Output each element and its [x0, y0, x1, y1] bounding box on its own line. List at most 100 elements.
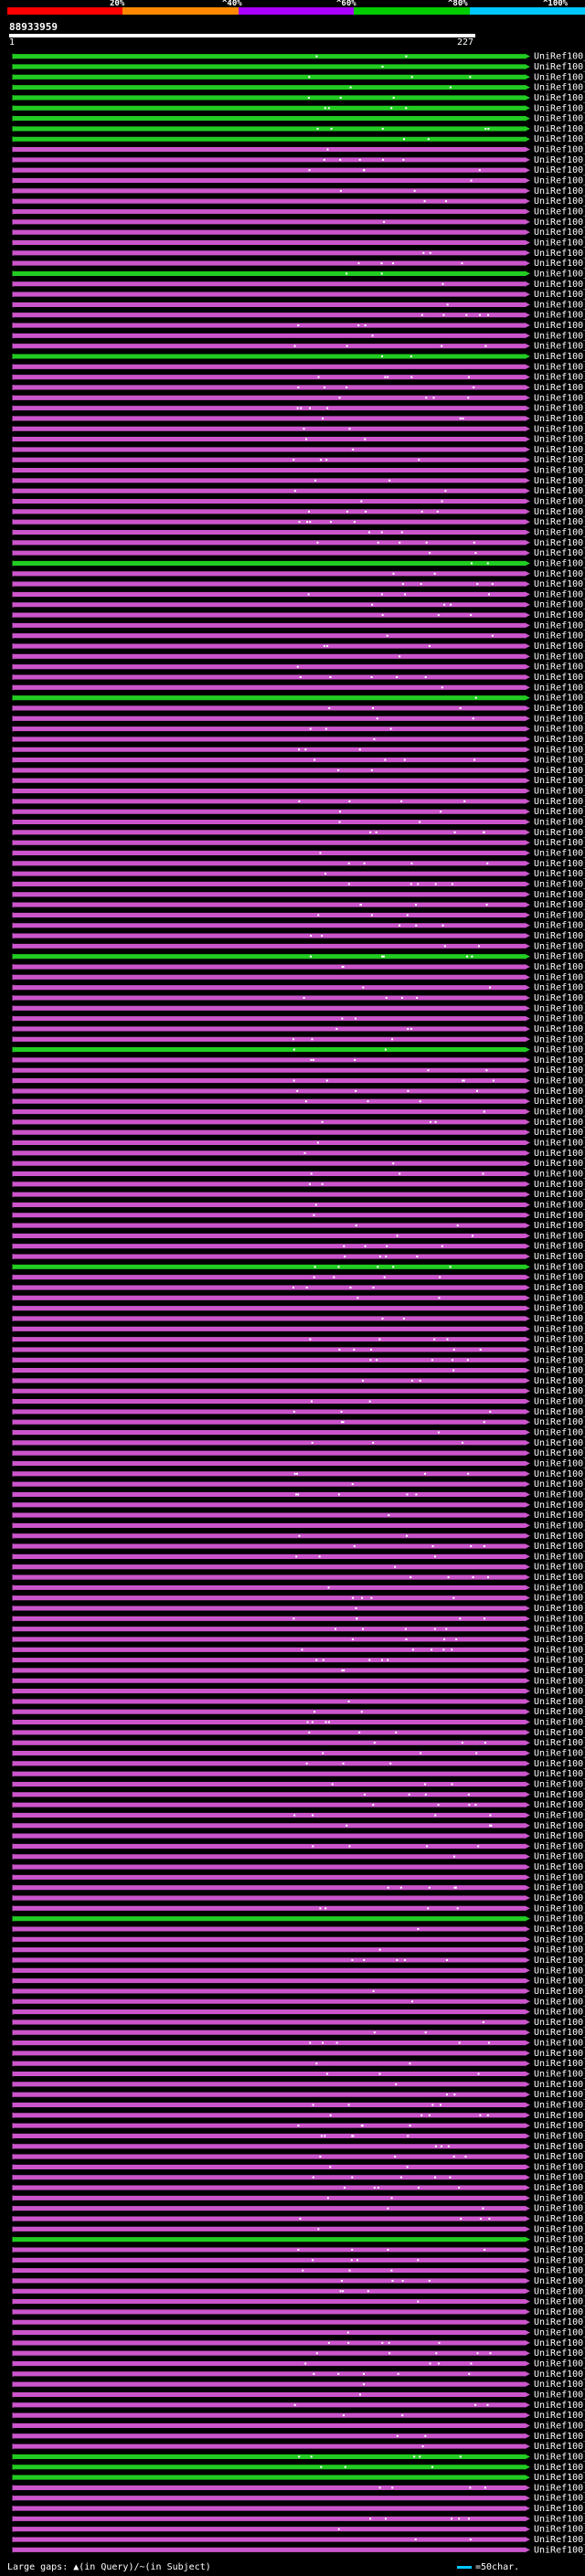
hit-row[interactable]: UniRef100_B9REM6 [12, 1914, 585, 1924]
hit-row[interactable]: UniRef100_A5AEG0 [12, 1821, 585, 1831]
hit-row[interactable]: UniRef100_B9EHU3 [12, 869, 585, 879]
hit-row[interactable]: UniRef100_Q2JJ70 [12, 466, 585, 476]
hit-row[interactable]: UniRef100_Q3HTK5 [12, 486, 585, 496]
hit-row[interactable]: UniRef100_Q0YD0D [12, 2401, 585, 2411]
hit-row[interactable]: UniRef100_UP1000... [12, 714, 585, 724]
hit-row[interactable]: UniRef100_Q0TQB7 [12, 2090, 585, 2100]
hit-row[interactable]: UniRef100_Q9ZQ88 [12, 2224, 585, 2234]
hit-row[interactable]: UniRef100_C1EC31 [12, 1924, 585, 1935]
hit-row[interactable]: UniRef100_C4M3I7 [12, 1242, 585, 1252]
hit-row[interactable]: UniRef100_Q39353 [12, 145, 585, 155]
hit-row[interactable]: UniRef100_Q2QET1 [12, 1211, 585, 1221]
hit-row[interactable]: UniRef100_B9FZ05 [12, 807, 585, 817]
hit-row[interactable]: UniRef100_B7P5E7 [12, 1759, 585, 1769]
hit-row[interactable]: UniRef100_Q9LIE8 [12, 993, 585, 1003]
hit-row[interactable]: UniRef100_A3B8S9 [12, 497, 585, 507]
hit-row[interactable]: UniRef100_P41479 [12, 766, 585, 776]
hit-row[interactable]: UniRef100_UP1000... [12, 1583, 585, 1593]
hit-row[interactable]: UniRef100_C5GQ20 [12, 2204, 585, 2214]
hit-row[interactable]: UniRef100_A7UDF7 [12, 259, 585, 269]
hit-row[interactable]: UniRef100_Q01MN6 [12, 1417, 585, 1427]
hit-row[interactable]: UniRef100_Q5VR46 [12, 1262, 585, 1272]
hit-row[interactable]: UniRef100_Q9LIE9 [12, 694, 585, 704]
hit-row[interactable]: UniRef100_Q852P0 [12, 600, 585, 610]
hit-row[interactable]: UniRef100_Q9N8Y6 [12, 2121, 585, 2131]
hit-row[interactable]: UniRef100_UP1000... [12, 673, 585, 683]
hit-row[interactable]: UniRef100_UP1000... [12, 1573, 585, 1583]
hit-row[interactable]: UniRef100_B4FR30 [12, 1014, 585, 1024]
hit-row[interactable]: UniRef100_B7Q3U3 [12, 217, 585, 228]
hit-row[interactable]: UniRef100_A9AP26 [12, 1893, 585, 1903]
hit-row[interactable]: UniRef100_C5JYR8 [12, 1489, 585, 1500]
hit-row[interactable]: UniRef100_A7GF52 [12, 83, 585, 93]
hit-row[interactable]: UniRef100_Q39614 [12, 114, 585, 124]
hit-row[interactable]: UniRef100_A8IGC9 [12, 1097, 585, 1107]
hit-row[interactable]: UniRef100_A7PES6 [12, 1656, 585, 1666]
hit-row[interactable]: UniRef100_A8J1N3 [12, 663, 585, 673]
hit-row[interactable]: UniRef100_A8Y2E4 [12, 1024, 585, 1034]
hit-row[interactable]: UniRef100_Q05860 [12, 1149, 585, 1159]
hit-row[interactable]: UniRef100_Q4AQ20 [12, 2525, 585, 2535]
hit-row[interactable]: UniRef100_A3EPH4 [12, 890, 585, 900]
hit-row[interactable]: UniRef100_Q6S3E6 [12, 2473, 585, 2483]
hit-row[interactable]: UniRef100_Q0JGM9 [12, 2390, 585, 2401]
hit-row[interactable]: UniRef100_C5JX02 [12, 1945, 585, 1956]
hit-row[interactable]: UniRef100_Q3KD40 [12, 1707, 585, 1717]
hit-row[interactable]: UniRef100_B7PK12 [12, 238, 585, 248]
hit-row[interactable]: UniRef100_UP1000... [12, 1532, 585, 1542]
hit-row[interactable]: UniRef100_B9RFT2 [12, 1935, 585, 1945]
hit-row[interactable]: UniRef100_UP1000... [12, 1355, 585, 1365]
hit-row[interactable]: UniRef100_Q6AHS6 [12, 818, 585, 828]
hit-row[interactable]: UniRef100_C5VKH4 [12, 2307, 585, 2317]
hit-row[interactable]: UniRef100_Q0MRP6 [12, 1407, 585, 1417]
hit-row[interactable]: UniRef100_Q8LRK6 [12, 2286, 585, 2296]
hit-row[interactable]: UniRef100_Q9ZQ88-2 [12, 2214, 585, 2224]
hit-row[interactable]: UniRef100_Q80W75 [12, 1458, 585, 1468]
hit-row[interactable]: UniRef100_Q4W2B5 [12, 249, 585, 259]
hit-row[interactable]: UniRef100_C5ZMP4 [12, 756, 585, 766]
hit-row[interactable]: UniRef100_Q0P451 [12, 93, 585, 103]
hit-row[interactable]: UniRef100_A7PF96 [12, 620, 585, 631]
hit-row[interactable]: UniRef100_C5Z6N9 [12, 2028, 585, 2038]
hit-row[interactable]: UniRef100_A9PFC8 [12, 1324, 585, 1334]
hit-row[interactable]: UniRef100_B0BCY9 [12, 362, 585, 372]
hit-row[interactable]: UniRef100_UP1000... [12, 72, 585, 82]
hit-row[interactable]: UniRef100_Q9SZD5 [12, 2348, 585, 2359]
hit-row[interactable]: UniRef100_B4EIU5 [12, 2193, 585, 2203]
hit-row[interactable]: UniRef100_UP1000... [12, 455, 585, 465]
hit-row[interactable]: UniRef100_Q2U159 [12, 2535, 585, 2545]
hit-row[interactable]: UniRef100_Q9LU11 [12, 1366, 585, 1376]
hit-row[interactable]: UniRef100_C1EFP7 [12, 1076, 585, 1087]
hit-row[interactable]: UniRef100_Q3M5H7 [12, 683, 585, 693]
hit-row[interactable]: UniRef100_A4Q7K6 [12, 983, 585, 993]
hit-row[interactable]: UniRef100_Q2R3X9 [12, 1862, 585, 1872]
hit-row[interactable]: UniRef100_Q6GLM3 [12, 1438, 585, 1448]
hit-row[interactable]: UniRef100_B9GHP4 [12, 1003, 585, 1013]
hit-row[interactable]: UniRef100_B7QMZ7 [12, 1055, 585, 1065]
hit-row[interactable]: UniRef100_A7SQL4 [12, 527, 585, 537]
hit-row[interactable]: UniRef100_C6T1Z0 [12, 776, 585, 786]
hit-row[interactable]: UniRef100_UP1000... [12, 1852, 585, 1862]
hit-row[interactable]: UniRef100_Q9DVW8 [12, 321, 585, 331]
hit-row[interactable]: UniRef100_Q6ESZ2 [12, 2100, 585, 2110]
hit-row[interactable]: UniRef100_B9T135 [12, 1800, 585, 1810]
hit-row[interactable]: UniRef100_B6INW7 [12, 1718, 585, 1728]
hit-row[interactable]: UniRef100_UP1000... [12, 424, 585, 434]
hit-row[interactable]: UniRef100_C1ECP1 [12, 1635, 585, 1645]
hit-row[interactable]: UniRef100_Q8B956 [12, 828, 585, 838]
hit-row[interactable]: UniRef100_Q9FD8I [12, 1200, 585, 1210]
hit-row[interactable]: UniRef100_B9FFB2 [12, 1469, 585, 1479]
hit-row[interactable]: UniRef100_Q2QK52 [12, 2297, 585, 2307]
hit-row[interactable]: UniRef100_Q2QET1 [12, 1221, 585, 1231]
hit-row[interactable]: UniRef100_Q4A227 [12, 910, 585, 920]
hit-row[interactable]: UniRef100_Q2PPU9 [12, 134, 585, 144]
hit-row[interactable]: UniRef100_Q1EP18 [12, 2142, 585, 2152]
hit-row[interactable]: UniRef100_UP1000... [12, 1769, 585, 1779]
hit-row[interactable]: UniRef100_UP1000... [12, 155, 585, 165]
hit-row[interactable]: UniRef100_Q0ZIV7 [12, 725, 585, 735]
hit-row[interactable]: UniRef100_Q5CLM1 [12, 931, 585, 941]
hit-row[interactable]: UniRef100_A1LMK3 [12, 2059, 585, 2069]
hit-row[interactable]: UniRef100_UP1000... [12, 196, 585, 207]
hit-row[interactable]: UniRef100_Q948Y7 [12, 921, 585, 931]
hit-row[interactable]: UniRef100_C5J4Y2 [12, 538, 585, 548]
